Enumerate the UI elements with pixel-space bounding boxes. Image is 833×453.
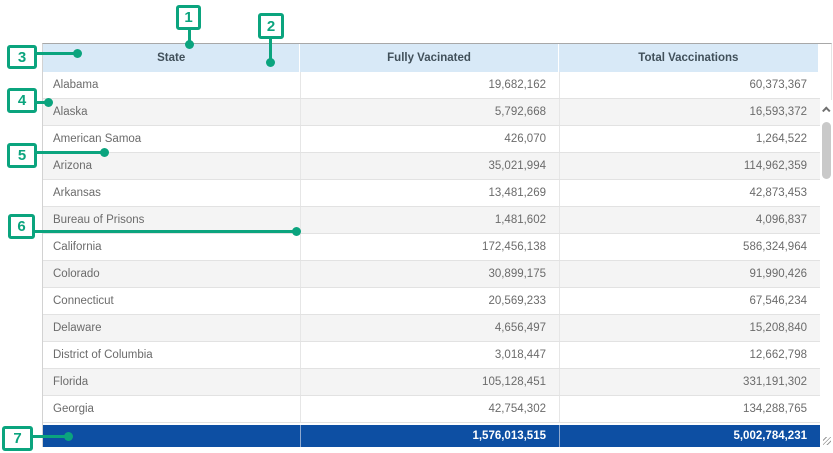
callout-5-label: 5 bbox=[18, 147, 26, 164]
state-cell: Connecticut bbox=[43, 288, 301, 314]
callout-3-stem bbox=[36, 52, 78, 55]
callout-3-label: 3 bbox=[18, 49, 26, 66]
dashboard-canvas: State Fully Vacinated Total Vaccinations… bbox=[0, 0, 833, 453]
fully-vaccinated-cell: 5,792,668 bbox=[301, 99, 560, 125]
callout-4-dot bbox=[44, 98, 53, 107]
total-vaccinations-cell: 12,662,798 bbox=[560, 342, 820, 368]
header-scrollbar-stub bbox=[818, 44, 831, 72]
callout-2-dot bbox=[266, 58, 275, 67]
table-row[interactable]: California 172,456,138 586,324,964 bbox=[43, 234, 820, 261]
callout-6: 6 bbox=[8, 214, 35, 239]
column-header-fully-vaccinated[interactable]: Fully Vacinated bbox=[300, 44, 558, 72]
total-vaccinations-cell: 134,288,765 bbox=[560, 396, 820, 422]
fully-vaccinated-cell: 42,754,302 bbox=[301, 396, 560, 422]
table-row[interactable]: Florida 105,128,451 331,191,302 bbox=[43, 369, 820, 396]
fully-vaccinated-cell: 4,656,497 bbox=[301, 315, 560, 341]
footer-fully-vaccinated-total: 1,576,013,515 bbox=[301, 425, 560, 447]
fully-vaccinated-cell: 172,456,138 bbox=[301, 234, 560, 260]
callout-3-dot bbox=[73, 49, 82, 58]
fully-vaccinated-cell: 1,481,602 bbox=[301, 207, 560, 233]
total-vaccinations-cell: 16,593,372 bbox=[560, 99, 820, 125]
table-row[interactable]: American Samoa 426,070 1,264,522 bbox=[43, 126, 820, 153]
callout-1-label: 1 bbox=[184, 9, 192, 26]
fully-vaccinated-cell: 20,569,233 bbox=[301, 288, 560, 314]
state-cell: Alaska bbox=[43, 99, 301, 125]
table-body: Alabama 19,682,162 60,373,367 Alaska 5,7… bbox=[43, 72, 833, 425]
table-footer-totals: 1,576,013,515 5,002,784,231 bbox=[43, 425, 833, 447]
total-vaccinations-cell: 91,990,426 bbox=[560, 261, 820, 287]
total-vaccinations-cell: 4,096,837 bbox=[560, 207, 820, 233]
table-row[interactable]: Arkansas 13,481,269 42,873,453 bbox=[43, 180, 820, 207]
callout-5: 5 bbox=[7, 143, 37, 168]
table-row[interactable]: Connecticut 20,569,233 67,546,234 bbox=[43, 288, 820, 315]
state-cell: Arizona bbox=[43, 153, 301, 179]
total-vaccinations-cell: 1,264,522 bbox=[560, 126, 820, 152]
total-vaccinations-cell: 114,962,359 bbox=[560, 153, 820, 179]
callout-5-stem bbox=[36, 151, 106, 154]
state-cell: Delaware bbox=[43, 315, 301, 341]
total-vaccinations-cell: 42,873,453 bbox=[560, 180, 820, 206]
fully-vaccinated-cell: 35,021,994 bbox=[301, 153, 560, 179]
callout-7-dot bbox=[64, 432, 73, 441]
callout-7: 7 bbox=[2, 426, 33, 451]
state-cell: Florida bbox=[43, 369, 301, 395]
table-row[interactable]: Alaska 5,792,668 16,593,372 bbox=[43, 99, 820, 126]
callout-6-dot bbox=[292, 227, 301, 236]
total-vaccinations-cell: 67,546,234 bbox=[560, 288, 820, 314]
table-row[interactable]: District of Columbia 3,018,447 12,662,79… bbox=[43, 342, 820, 369]
callout-6-label: 6 bbox=[17, 218, 25, 235]
state-cell: Alabama bbox=[43, 72, 301, 98]
fully-vaccinated-cell: 105,128,451 bbox=[301, 369, 560, 395]
fully-vaccinated-cell: 19,682,162 bbox=[301, 72, 560, 98]
total-vaccinations-cell: 331,191,302 bbox=[560, 369, 820, 395]
state-cell: California bbox=[43, 234, 301, 260]
vertical-scrollbar[interactable] bbox=[820, 100, 833, 425]
callout-7-label: 7 bbox=[13, 430, 21, 447]
table-header-row: State Fully Vacinated Total Vaccinations bbox=[43, 44, 831, 72]
state-cell: Arkansas bbox=[43, 180, 301, 206]
fully-vaccinated-cell: 13,481,269 bbox=[301, 180, 560, 206]
total-vaccinations-cell: 586,324,964 bbox=[560, 234, 820, 260]
scrollbar-thumb[interactable] bbox=[822, 122, 831, 179]
scroll-up-button[interactable] bbox=[820, 102, 833, 118]
callout-5-dot bbox=[100, 148, 109, 157]
vaccinations-table: State Fully Vacinated Total Vaccinations… bbox=[42, 43, 832, 447]
callout-3: 3 bbox=[7, 45, 37, 69]
callout-2: 2 bbox=[258, 13, 284, 39]
table-row[interactable]: Georgia 42,754,302 134,288,765 bbox=[43, 396, 820, 423]
state-cell: Colorado bbox=[43, 261, 301, 287]
resize-grip-icon[interactable] bbox=[823, 437, 831, 445]
callout-4: 4 bbox=[7, 88, 37, 113]
state-cell: Georgia bbox=[43, 396, 301, 422]
table-row[interactable]: Delaware 4,656,497 15,208,840 bbox=[43, 315, 820, 342]
column-header-total-vaccinations[interactable]: Total Vaccinations bbox=[559, 44, 818, 72]
callout-4-label: 4 bbox=[18, 92, 26, 109]
fully-vaccinated-cell: 426,070 bbox=[301, 126, 560, 152]
callout-6-stem bbox=[34, 230, 298, 233]
callout-1-dot bbox=[185, 40, 194, 49]
table-row[interactable]: Colorado 30,899,175 91,990,426 bbox=[43, 261, 820, 288]
column-header-state[interactable]: State bbox=[43, 44, 300, 72]
callout-2-label: 2 bbox=[267, 18, 275, 35]
state-cell: American Samoa bbox=[43, 126, 301, 152]
footer-state-cell bbox=[43, 425, 301, 447]
footer-total-vaccinations-total: 5,002,784,231 bbox=[560, 425, 820, 447]
table-row[interactable]: Arizona 35,021,994 114,962,359 bbox=[43, 153, 820, 180]
fully-vaccinated-cell: 30,899,175 bbox=[301, 261, 560, 287]
table-row[interactable]: Alabama 19,682,162 60,373,367 bbox=[43, 72, 820, 99]
footer-scrollbar-stub bbox=[820, 425, 833, 447]
fully-vaccinated-cell: 3,018,447 bbox=[301, 342, 560, 368]
total-vaccinations-cell: 60,373,367 bbox=[560, 72, 820, 98]
state-cell: District of Columbia bbox=[43, 342, 301, 368]
callout-1: 1 bbox=[176, 5, 201, 30]
total-vaccinations-cell: 15,208,840 bbox=[560, 315, 820, 341]
chevron-up-icon bbox=[822, 106, 830, 114]
